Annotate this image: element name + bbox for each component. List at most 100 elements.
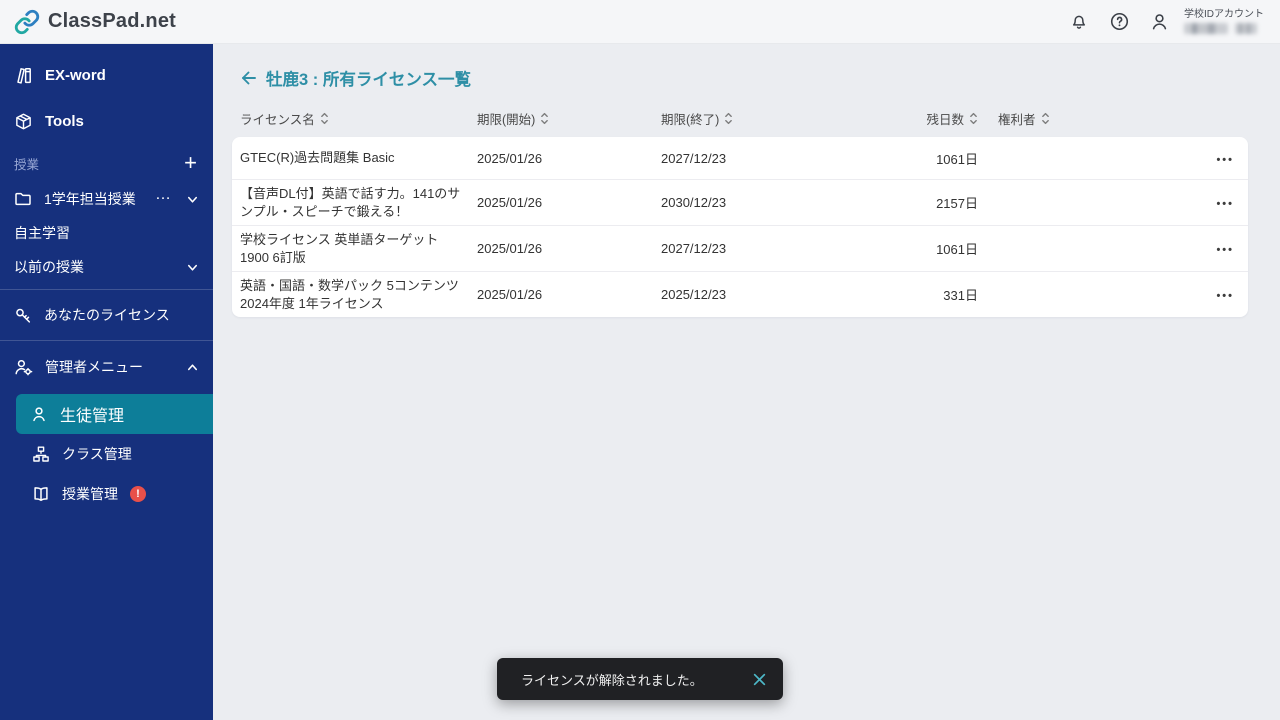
start-date-cell: 2025/01/26 bbox=[477, 241, 543, 257]
key-icon bbox=[14, 306, 32, 324]
license-name-cell: 学校ライセンス 英単語ターゲット1900 6訂版 bbox=[240, 232, 439, 265]
sidebar-item-your-licenses[interactable]: あなたのライセンス bbox=[0, 295, 213, 335]
account-name-redacted bbox=[1184, 23, 1257, 34]
open-book-icon bbox=[32, 485, 50, 503]
sidebar-item-label: EX-word bbox=[45, 66, 106, 84]
sidebar-item-label: 自主学習 bbox=[14, 225, 70, 241]
row-menu-cell: ••• bbox=[1198, 241, 1248, 256]
end-date-cell: 2027/12/23 bbox=[661, 150, 727, 166]
classpad-logo[interactable]: ClassPad.net bbox=[0, 9, 176, 35]
sidebar-item-label: 以前の授業 bbox=[14, 259, 84, 275]
sidebar-item-student-management[interactable]: 生徒管理 bbox=[16, 394, 213, 434]
column-header-end-date[interactable]: 期限(終了) bbox=[661, 109, 845, 128]
sort-icon bbox=[1041, 112, 1050, 125]
row-more-menu-button[interactable]: ••• bbox=[1216, 198, 1234, 210]
sidebar-item-label: 生徒管理 bbox=[60, 408, 125, 425]
start-date-cell: 2025/01/26 bbox=[477, 287, 543, 303]
license-name-cell: 【音声DL付】英語で話す力。141のサンプル・スピーチで鍛える！ bbox=[240, 186, 461, 219]
days-remaining-cell: 331日 bbox=[943, 288, 978, 304]
sidebar: EX-word Tools 授業 + 1学年担当授業 … 自主学習 以前の授業 … bbox=[0, 44, 213, 720]
sidebar-item-class-grade1[interactable]: 1学年担当授業 … bbox=[0, 182, 213, 216]
end-date-cell: 2027/12/23 bbox=[661, 241, 727, 257]
class-more-menu-button[interactable]: … bbox=[155, 186, 172, 204]
table-row: GTEC(R)過去問題集 Basic 2025/01/26 2027/12/23… bbox=[232, 137, 1248, 179]
table-row: 学校ライセンス 英単語ターゲット1900 6訂版 2025/01/26 2027… bbox=[232, 225, 1248, 271]
sidebar-item-label: クラス管理 bbox=[62, 446, 132, 462]
toolbox-icon bbox=[14, 112, 33, 131]
column-header-days-remaining[interactable]: 残日数 bbox=[845, 109, 978, 128]
account-type-label: 学校IDアカウント bbox=[1184, 9, 1264, 20]
sidebar-item-label: あなたのライセンス bbox=[44, 307, 170, 323]
row-menu-cell: ••• bbox=[1198, 151, 1248, 166]
back-arrow-icon bbox=[238, 68, 258, 88]
dictionary-icon bbox=[14, 66, 33, 85]
table-row: 【音声DL付】英語で話す力。141のサンプル・スピーチで鍛える！ 2025/01… bbox=[232, 179, 1248, 225]
column-header-start-date[interactable]: 期限(開始) bbox=[477, 109, 661, 128]
sidebar-item-ex-word[interactable]: EX-word bbox=[0, 52, 213, 98]
main-content: 牡鹿3 : 所有ライセンス一覧 ライセンス名 期限(開始) 期限(終了) 残日数 bbox=[213, 44, 1280, 720]
bell-icon bbox=[1069, 12, 1089, 32]
admin-user-gear-icon bbox=[14, 358, 33, 377]
days-remaining-cell: 1061日 bbox=[936, 151, 978, 167]
chevron-down-icon[interactable] bbox=[186, 193, 199, 206]
license-name-cell: 英語・国語・数学パック 5コンテンツ 2024年度 1年ライセンス bbox=[240, 278, 459, 311]
sidebar-item-label: 1学年担当授業 bbox=[44, 191, 136, 207]
sidebar-item-label: 管理者メニュー bbox=[45, 359, 143, 375]
sidebar-item-label: Tools bbox=[45, 112, 84, 130]
person-icon bbox=[30, 405, 48, 423]
sidebar-item-lesson-management[interactable]: 授業管理 ! bbox=[0, 474, 213, 514]
row-more-menu-button[interactable]: ••• bbox=[1216, 244, 1234, 256]
days-remaining-cell: 2157日 bbox=[936, 196, 978, 212]
help-button[interactable] bbox=[1106, 9, 1132, 35]
row-more-menu-button[interactable]: ••• bbox=[1216, 290, 1234, 302]
sidebar-item-self-study[interactable]: 自主学習 bbox=[0, 216, 213, 250]
org-chart-icon bbox=[32, 445, 50, 463]
table-row: 英語・国語・数学パック 5コンテンツ 2024年度 1年ライセンス 2025/0… bbox=[232, 271, 1248, 317]
close-icon bbox=[752, 672, 767, 687]
sidebar-item-admin-menu[interactable]: 管理者メニュー bbox=[0, 346, 213, 388]
folder-icon bbox=[14, 190, 32, 208]
row-menu-cell: ••• bbox=[1198, 287, 1248, 302]
back-button[interactable] bbox=[238, 68, 258, 88]
account-info[interactable]: 学校IDアカウント bbox=[1184, 9, 1264, 34]
notifications-button[interactable] bbox=[1066, 9, 1092, 35]
row-menu-cell: ••• bbox=[1198, 195, 1248, 210]
sort-icon bbox=[540, 112, 549, 125]
help-icon bbox=[1109, 11, 1130, 32]
sort-icon bbox=[724, 112, 733, 125]
end-date-cell: 2025/12/23 bbox=[661, 287, 727, 303]
row-more-menu-button[interactable]: ••• bbox=[1216, 154, 1234, 166]
sidebar-item-class-management[interactable]: クラス管理 bbox=[0, 434, 213, 474]
sidebar-item-tools[interactable]: Tools bbox=[0, 98, 213, 144]
chain-link-logo-icon bbox=[14, 9, 40, 35]
alert-badge: ! bbox=[130, 486, 146, 502]
add-class-button[interactable]: + bbox=[184, 152, 197, 174]
end-date-cell: 2030/12/23 bbox=[661, 195, 727, 211]
sidebar-divider bbox=[0, 340, 213, 341]
toast-notification: ライセンスが解除されました。 bbox=[497, 658, 783, 700]
classes-section-header: 授業 + bbox=[0, 144, 213, 182]
toast-message: ライセンスが解除されました。 bbox=[521, 672, 703, 688]
classes-section-label: 授業 bbox=[14, 157, 40, 172]
sidebar-divider bbox=[0, 289, 213, 290]
user-icon bbox=[1149, 11, 1170, 32]
column-header-license-name[interactable]: ライセンス名 bbox=[232, 109, 477, 128]
header-actions: 学校IDアカウント bbox=[1066, 9, 1280, 35]
license-table: GTEC(R)過去問題集 Basic 2025/01/26 2027/12/23… bbox=[232, 137, 1248, 318]
start-date-cell: 2025/01/26 bbox=[477, 150, 543, 166]
sort-icon bbox=[969, 112, 978, 125]
days-remaining-cell: 1061日 bbox=[936, 242, 978, 258]
account-button[interactable] bbox=[1146, 9, 1172, 35]
logo-text: ClassPad.net bbox=[48, 10, 177, 32]
page-title: 牡鹿3 : 所有ライセンス一覧 bbox=[266, 71, 472, 89]
chevron-down-icon[interactable] bbox=[186, 261, 199, 274]
page-title-row: 牡鹿3 : 所有ライセンス一覧 bbox=[238, 66, 1280, 90]
sidebar-item-previous-classes[interactable]: 以前の授業 bbox=[0, 250, 213, 284]
license-name-cell: GTEC(R)過去問題集 Basic bbox=[240, 150, 395, 166]
top-header: ClassPad.net 学校IDアカウント bbox=[0, 0, 1280, 44]
chevron-up-icon[interactable] bbox=[186, 361, 199, 374]
sidebar-item-label: 授業管理 bbox=[62, 486, 118, 502]
column-header-owner[interactable]: 権利者 bbox=[978, 109, 1198, 128]
start-date-cell: 2025/01/26 bbox=[477, 195, 543, 211]
toast-close-button[interactable] bbox=[752, 672, 767, 687]
